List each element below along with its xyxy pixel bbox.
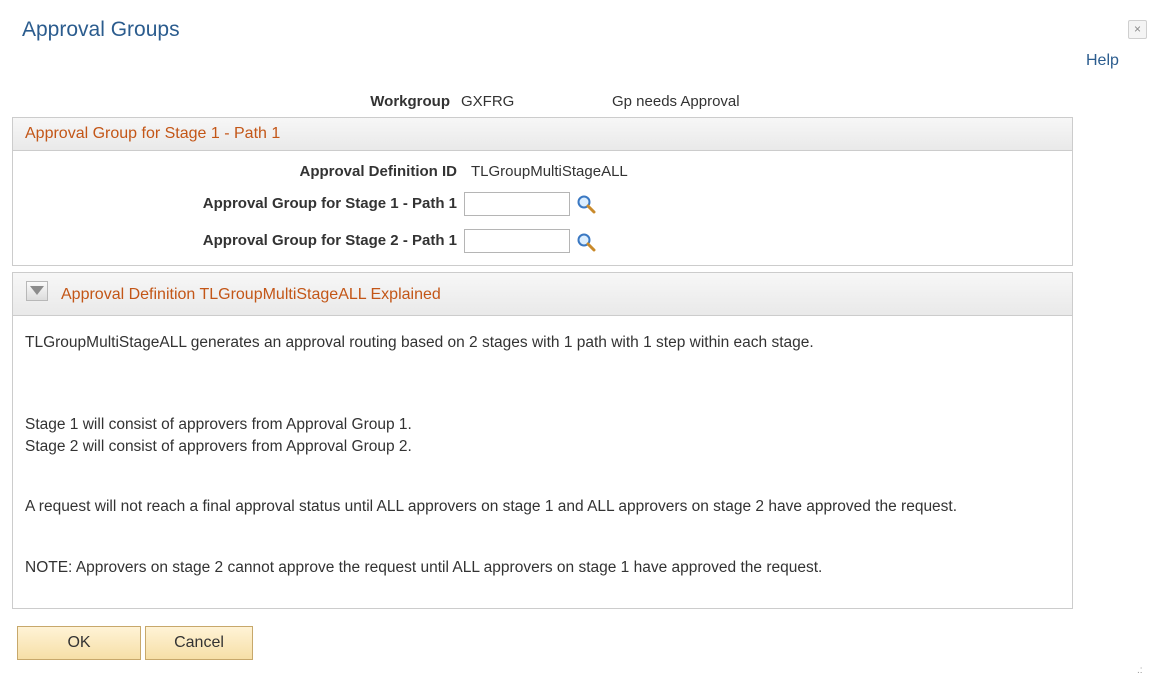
workgroup-label: Workgroup: [370, 93, 450, 110]
stage1-group-input[interactable]: [464, 192, 570, 216]
section-header-title: Approval Group for Stage 1 - Path 1: [25, 125, 281, 142]
explanation-line: Stage 1 will consist of approvers from A…: [25, 416, 412, 433]
approval-definition-id-value: TLGroupMultiStageALL: [471, 163, 628, 180]
explained-section-title: Approval Definition TLGroupMultiStageALL…: [61, 286, 441, 303]
magnifier-icon[interactable]: [576, 194, 596, 214]
explanation-note: NOTE: Approvers on stage 2 cannot approv…: [25, 559, 823, 576]
stage1-group-label: Approval Group for Stage 1 - Path 1: [202, 195, 457, 212]
help-link[interactable]: Help: [1086, 52, 1119, 70]
explanation-line: Stage 2 will consist of approvers from A…: [25, 438, 412, 455]
close-icon[interactable]: ×: [1128, 20, 1147, 39]
explanation-paragraph: TLGroupMultiStageALL generates an approv…: [25, 334, 814, 351]
magnifier-icon[interactable]: [576, 232, 596, 252]
stage2-group-input[interactable]: [464, 229, 570, 253]
workgroup-description: Gp needs Approval: [612, 93, 740, 110]
section-header: Approval Group for Stage 1 - Path 1: [13, 118, 1072, 151]
ok-button[interactable]: OK: [17, 626, 141, 660]
dialog-title: Approval Groups: [22, 18, 180, 41]
explanation-paragraph: A request will not reach a final approva…: [25, 498, 958, 515]
cancel-button[interactable]: Cancel: [145, 626, 253, 660]
workgroup-value: GXFRG: [461, 93, 515, 110]
resize-grip-icon[interactable]: .:: [1137, 665, 1143, 676]
explained-section-header[interactable]: Approval Definition TLGroupMultiStageALL…: [13, 273, 1072, 316]
collapse-toggle-icon[interactable]: [26, 281, 48, 301]
stage2-group-label: Approval Group for Stage 2 - Path 1: [202, 232, 457, 249]
approval-definition-id-label: Approval Definition ID: [299, 163, 458, 180]
